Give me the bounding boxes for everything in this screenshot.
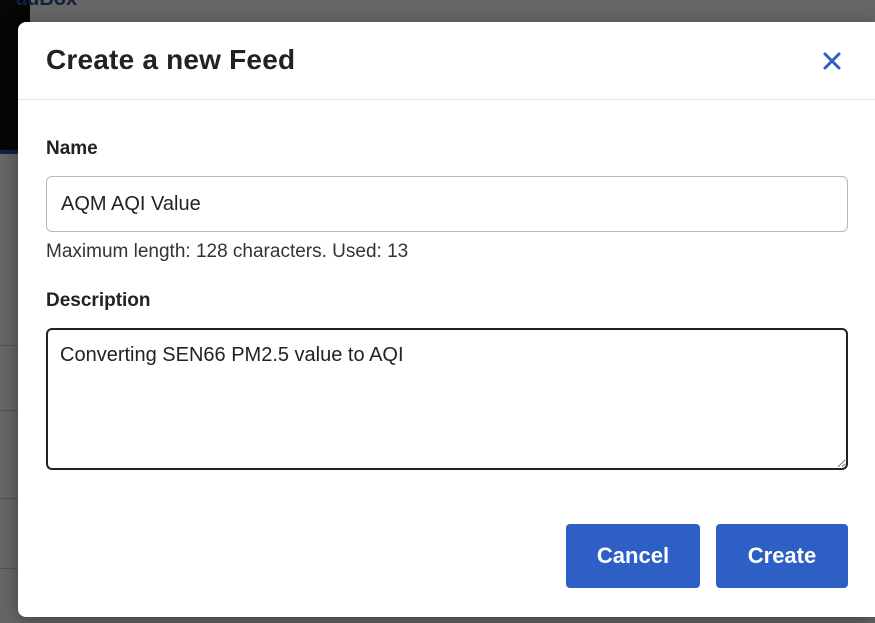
create-feed-dialog: Create a new Feed Name Maximum length: 1… (18, 22, 875, 617)
cancel-button[interactable]: Cancel (566, 524, 700, 588)
dialog-header: Create a new Feed (18, 22, 875, 100)
name-length-helper: Maximum length: 128 characters. Used: 13 (46, 241, 409, 262)
name-input[interactable] (46, 176, 848, 232)
dialog-title: Create a new Feed (46, 44, 296, 75)
description-textarea[interactable]: Converting SEN66 PM2.5 value to AQI (46, 328, 848, 470)
create-button[interactable]: Create (716, 524, 848, 588)
name-label: Name (46, 138, 98, 159)
description-label: Description (46, 290, 151, 311)
close-button[interactable] (820, 49, 844, 73)
close-icon (823, 52, 841, 70)
